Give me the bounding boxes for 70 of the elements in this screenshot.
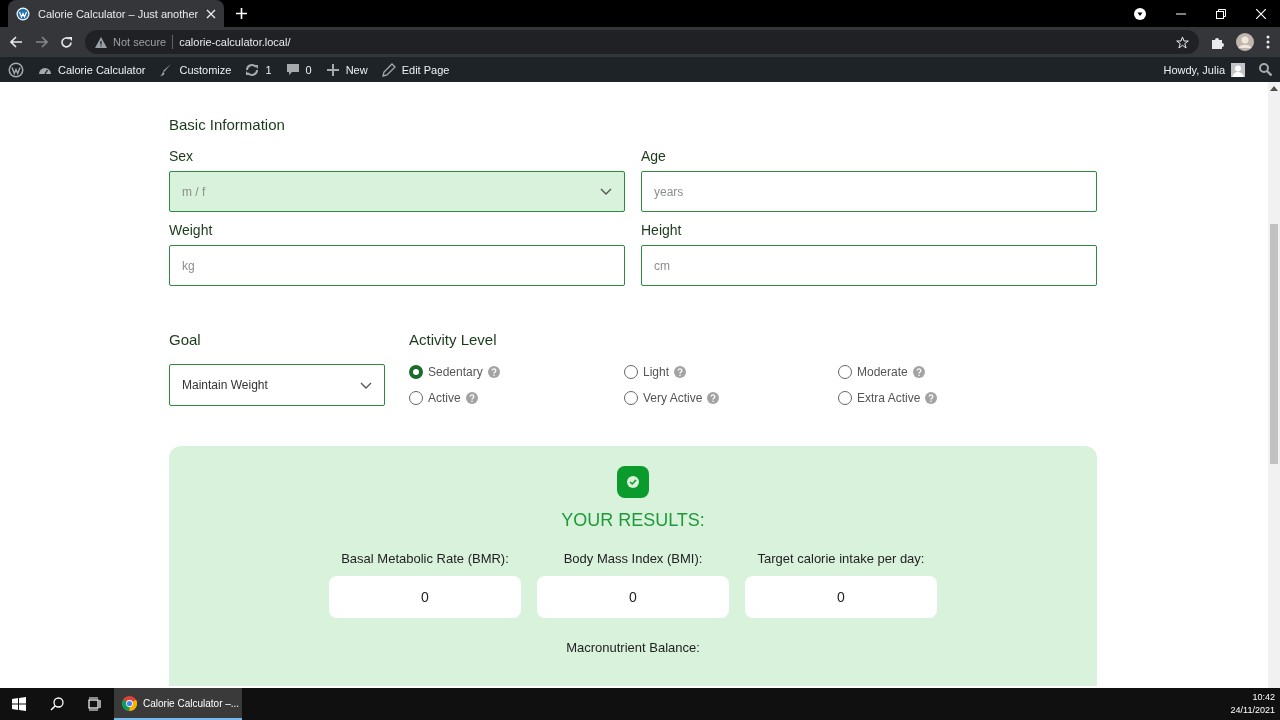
radio-label: Sedentary — [428, 365, 483, 379]
chevron-down-icon — [360, 381, 372, 389]
search-icon[interactable] — [50, 697, 64, 711]
metric-label: Basal Metabolic Rate (BMR): — [341, 551, 509, 566]
windows-icon[interactable] — [12, 697, 26, 711]
refresh-icon — [245, 62, 260, 77]
radio-label: Extra Active — [857, 391, 921, 405]
clock-date: 24/11/2021 — [1230, 704, 1275, 717]
radio-label: Very Active — [643, 391, 703, 405]
restore-icon[interactable] — [1216, 8, 1226, 19]
check-icon — [617, 466, 649, 498]
scrollbar[interactable] — [1268, 82, 1280, 688]
metric-label: Target calorie intake per day: — [757, 551, 925, 566]
security-label: Not secure — [113, 36, 167, 48]
input-field[interactable]: kg — [169, 245, 625, 286]
field-label: Sex — [169, 148, 195, 164]
select-field[interactable]: Maintain Weight — [169, 364, 385, 406]
wordpress-icon[interactable] — [8, 61, 24, 78]
more-icon[interactable] — [1266, 35, 1270, 49]
admin-bar-link[interactable]: Customize — [159, 62, 232, 77]
url-text: calorie-calculator.local/ — [179, 36, 291, 48]
warning-icon — [95, 36, 107, 48]
chrome-icon — [122, 695, 137, 711]
close-icon[interactable] — [206, 8, 217, 19]
scroll-up-icon[interactable] — [1270, 86, 1278, 91]
admin-bar-link[interactable]: Calorie Calculator — [38, 62, 146, 77]
input-field[interactable]: cm — [641, 245, 1097, 286]
metric-label: Macronutrient Balance: — [566, 640, 700, 655]
browser-tab[interactable]: Calorie Calculator – Just another — [8, 0, 225, 27]
taskbar-app[interactable]: Calorie Calculator –... — [114, 688, 242, 720]
results-title: YOUR RESULTS: — [561, 510, 705, 531]
user-avatar-icon — [1231, 62, 1245, 77]
pencil-icon — [381, 62, 396, 77]
admin-bar-link[interactable]: New — [325, 62, 368, 77]
wordpress-icon — [16, 6, 30, 21]
metric-value: 0 — [537, 576, 729, 618]
field-label: Height — [641, 222, 683, 238]
forward-icon[interactable] — [35, 36, 48, 48]
radio-label: Moderate — [857, 365, 908, 379]
puzzle-icon[interactable] — [1211, 35, 1224, 49]
new-tab-icon[interactable] — [236, 8, 248, 19]
radio-button[interactable] — [409, 365, 423, 379]
address-bar[interactable]: Not secure calorie-calculator.local/ — [85, 30, 1199, 54]
back-icon[interactable] — [10, 36, 23, 48]
metric-label: Body Mass Index (BMI): — [563, 551, 703, 566]
radio-label: Active — [428, 391, 461, 405]
radio-label: Light — [643, 365, 670, 379]
field-label: Activity Level — [409, 331, 498, 349]
admin-bar-link[interactable]: 0 — [285, 62, 312, 77]
star-icon[interactable] — [1176, 35, 1189, 49]
field-label: Age — [641, 148, 667, 164]
field-label: Goal — [169, 331, 202, 349]
metric-value: 0 — [745, 576, 937, 618]
comment-icon — [285, 62, 300, 77]
search-icon[interactable] — [1259, 63, 1272, 76]
input-field[interactable]: years — [641, 171, 1097, 212]
chevron-down-icon — [600, 188, 612, 195]
reload-icon[interactable] — [60, 35, 73, 49]
clock-time: 10:42 — [1252, 691, 1275, 704]
task-view-icon[interactable] — [88, 697, 102, 711]
account-link[interactable]: Howdy, Julia — [1163, 62, 1245, 77]
metric-value: 0 — [329, 576, 521, 618]
field-label: Weight — [169, 222, 214, 238]
admin-bar-link[interactable]: 1 — [245, 62, 272, 77]
dropdown-icon[interactable] — [1134, 7, 1146, 20]
plus-icon — [325, 62, 340, 77]
avatar-icon[interactable] — [1236, 33, 1254, 51]
admin-bar-link[interactable]: Edit Page — [381, 62, 450, 77]
brush-icon — [159, 62, 174, 77]
section-title: Basic Information — [169, 116, 286, 134]
